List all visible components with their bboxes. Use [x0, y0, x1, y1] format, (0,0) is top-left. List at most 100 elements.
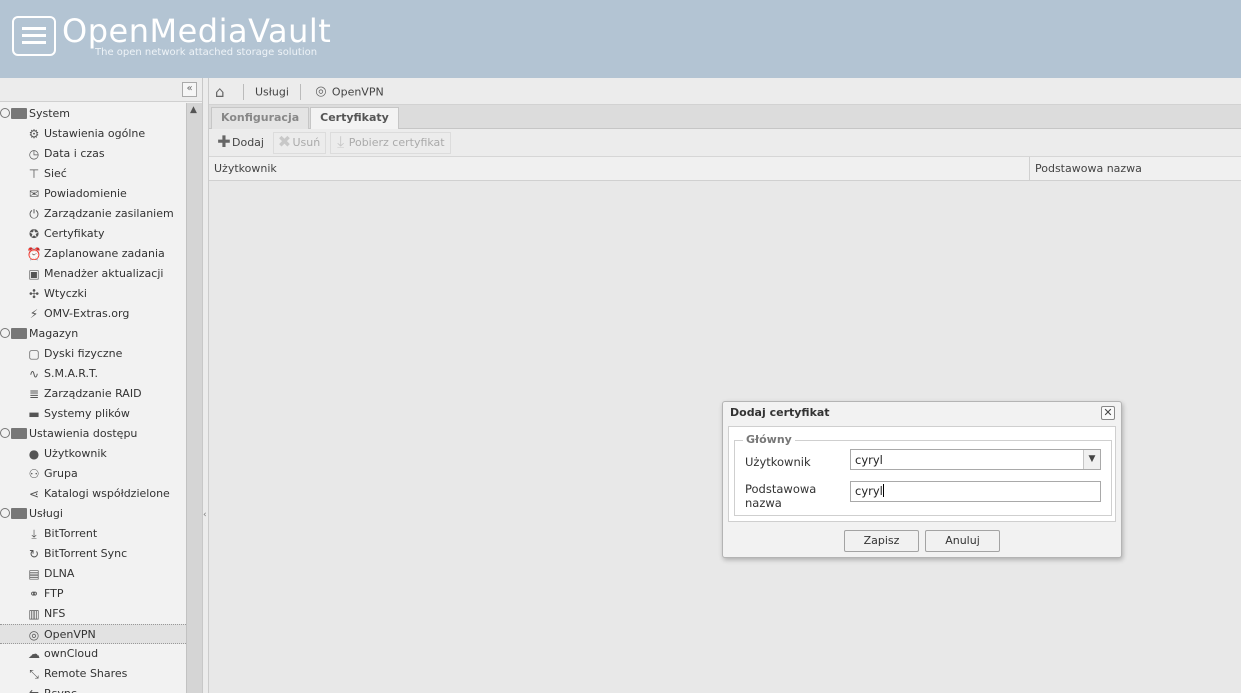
folder-icon — [11, 107, 27, 119]
sidebar-group-3[interactable]: Usługi — [0, 504, 186, 524]
expand-toggle-icon[interactable] — [0, 328, 10, 338]
sidebar-item[interactable]: ⊤ Sieć — [0, 164, 186, 184]
add-button[interactable]: ✚Dodaj — [213, 132, 270, 154]
sidebar-item-label: NFS — [44, 607, 66, 620]
group-icon: ⚇ — [28, 467, 40, 481]
sidebar-item[interactable]: ⏰ Zaplanowane zadania — [0, 244, 186, 264]
sidebar-group-2[interactable]: Ustawienia dostępu — [0, 424, 186, 444]
sidebar-item[interactable]: ⤓ BitTorrent — [0, 524, 186, 544]
sidebar-item[interactable]: ▬ Systemy plików — [0, 404, 186, 424]
remote-icon: ⤡ — [29, 667, 39, 681]
remove-button[interactable]: ✖Usuń — [273, 132, 327, 154]
sidebar-item[interactable]: ▥ NFS — [0, 604, 186, 624]
column-header-user[interactable]: Użytkownik — [214, 157, 277, 180]
tab-konfiguracja[interactable]: Konfiguracja — [211, 107, 310, 129]
save-button[interactable]: Zapisz — [844, 530, 919, 552]
main-panel: ⌂ Usługi ◎ OpenVPN Konfiguracja Certyfikat… — [209, 78, 1241, 693]
expand-toggle-icon[interactable] — [0, 108, 10, 118]
sidebar-item[interactable]: ⚇ Grupa — [0, 464, 186, 484]
filesystem-icon: ▬ — [28, 407, 40, 421]
column-divider[interactable] — [1029, 157, 1030, 180]
common-name-input[interactable]: cyryl — [850, 481, 1101, 502]
sidebar-item[interactable]: ⤡ Remote Shares — [0, 664, 186, 684]
navigation-sidebar: « System ⚙ Ustawienia ogólne ◷ Data i czas ⊤ S… — [0, 78, 203, 693]
sidebar-group-label: Magazyn — [29, 327, 79, 340]
user-select[interactable]: cyryl ▼ — [850, 449, 1101, 470]
collapse-sidebar-icon[interactable]: « — [182, 82, 197, 97]
update-icon: ▣ — [28, 267, 40, 281]
sidebar-item[interactable]: ◷ Data i czas — [0, 144, 186, 164]
sidebar-item[interactable]: ≣ Zarządzanie RAID — [0, 384, 186, 404]
alarm-icon: ⏰ — [26, 247, 42, 261]
download-label: Pobierz certyfikat — [348, 136, 445, 149]
main-fieldset: Główny Użytkownik cyryl ▼ Podstawowa nazw… — [734, 433, 1112, 516]
sidebar-group-1[interactable]: Magazyn — [0, 324, 186, 344]
sidebar-item[interactable]: ▢ Dyski fizyczne — [0, 344, 186, 364]
common-name-label: Podstawowa nazwa — [745, 482, 816, 510]
remove-label: Usuń — [292, 136, 321, 149]
sidebar-item[interactable]: ⇆Rsync — [0, 684, 186, 693]
sidebar-group-label: Ustawienia dostępu — [29, 427, 138, 440]
power-icon: ⏻ — [29, 207, 39, 221]
add-certificate-dialog: Dodaj certyfikat ✕ Główny Użytkownik cyr… — [722, 401, 1122, 558]
home-icon[interactable]: ⌂ — [215, 84, 231, 100]
sidebar-item[interactable]: ▤ DLNA — [0, 564, 186, 584]
dialog-body: Główny Użytkownik cyryl ▼ Podstawowa nazw… — [728, 426, 1116, 522]
download-icon: ⤓ — [337, 132, 345, 151]
download-certificate-button[interactable]: ⤓ Pobierz certyfikat — [329, 132, 451, 154]
rsync-icon: ⇆ — [26, 686, 42, 693]
app-header: OpenMediaVault The open network attached… — [0, 0, 1241, 78]
sidebar-group-label: System — [29, 107, 71, 120]
expand-toggle-icon[interactable] — [0, 508, 10, 518]
sidebar-item[interactable]: ⚭ FTP — [0, 584, 186, 604]
sidebar-item[interactable]: ● Użytkownik — [0, 444, 186, 464]
sidebar-item[interactable]: ◎ OpenVPN — [0, 624, 186, 644]
share-icon: ⋖ — [28, 487, 40, 501]
sidebar-item[interactable]: ∿ S.M.A.R.T. — [0, 364, 186, 384]
sidebar-item[interactable]: ⋖ Katalogi współdzielone — [0, 484, 186, 504]
column-header-common-name[interactable]: Podstawowa nazwa — [1035, 157, 1142, 180]
close-icon[interactable]: ✕ — [1101, 406, 1115, 420]
sidebar-item-label: S.M.A.R.T. — [44, 367, 98, 380]
sidebar-item[interactable]: ✪ Certyfikaty — [0, 224, 186, 244]
sidebar-item-label: Zarządzanie zasilaniem — [44, 207, 174, 220]
grid-toolbar: ✚Dodaj ✖Usuń ⤓ Pobierz certyfikat — [209, 129, 1241, 157]
sidebar-item-label: ownCloud — [44, 647, 99, 660]
user-label: Użytkownik — [745, 455, 811, 469]
sidebar-item[interactable]: ⚙ Ustawienia ogólne — [0, 124, 186, 144]
sidebar-scrollbar[interactable]: ▲ — [186, 103, 202, 693]
sidebar-item-label: Powiadomienie — [44, 187, 127, 200]
ftp-icon: ⚭ — [28, 587, 40, 601]
breadcrumb-separator — [242, 84, 244, 100]
sidebar-item-label: Rsync — [44, 687, 77, 693]
breadcrumb-services[interactable]: Usługi — [255, 86, 289, 99]
sidebar-item[interactable]: ☁ ownCloud — [0, 644, 186, 664]
sidebar-item[interactable]: ⚡ OMV-Extras.org — [0, 304, 186, 324]
sidebar-item[interactable]: ✉ Powiadomienie — [0, 184, 186, 204]
plus-icon: ✚ — [217, 132, 231, 151]
user-icon: ● — [28, 447, 40, 461]
chevron-down-icon[interactable]: ▼ — [1083, 450, 1100, 469]
folder-icon — [11, 327, 27, 339]
sidebar-item-label: OpenVPN — [44, 628, 96, 641]
common-name-label-line2: nazwa — [745, 496, 782, 510]
expand-toggle-icon[interactable] — [0, 428, 10, 438]
cancel-button[interactable]: Anuluj — [925, 530, 1000, 552]
fieldset-legend: Główny — [743, 433, 795, 446]
breadcrumb-openvpn[interactable]: OpenVPN — [332, 86, 384, 99]
grid-header: Użytkownik Podstawowa nazwa — [209, 157, 1241, 181]
app-tagline: The open network attached storage soluti… — [95, 47, 318, 58]
sidebar-item[interactable]: ✣ Wtyczki — [0, 284, 186, 304]
sidebar-item-label: BitTorrent Sync — [44, 547, 128, 560]
sidebar-item[interactable]: ⏻ Zarządzanie zasilaniem — [0, 204, 186, 224]
menu-icon[interactable] — [12, 16, 56, 56]
sidebar-item-label: Zaplanowane zadania — [44, 247, 165, 260]
certificate-icon: ✪ — [28, 227, 40, 241]
sidebar-item[interactable]: ▣ Menadżer aktualizacji — [0, 264, 186, 284]
sidebar-item[interactable]: ↻ BitTorrent Sync — [0, 544, 186, 564]
tab-certyfikaty[interactable]: Certyfikaty — [310, 107, 399, 129]
sidebar-group-0[interactable]: System — [0, 104, 186, 124]
common-name-value: cyryl — [855, 484, 883, 498]
sidebar-toolbar: « — [0, 78, 202, 102]
dialog-title: Dodaj certyfikat — [730, 406, 830, 419]
